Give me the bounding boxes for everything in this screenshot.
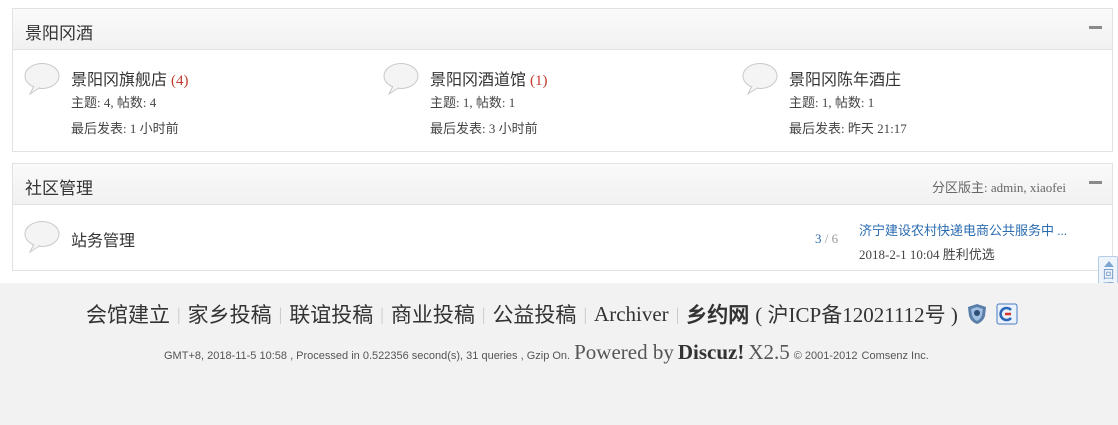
post-count: / 6 [824, 231, 839, 246]
forum-stats: 主题: 1, 帖数: 1 [789, 95, 875, 110]
site-name[interactable]: 乡约网 [686, 299, 749, 329]
footer-separator: | [481, 303, 486, 324]
forum-bubble-icon[interactable] [383, 62, 419, 96]
last-post-meta[interactable]: 2018-2-1 10:04 胜利优选 [859, 244, 1067, 263]
forum-bubble-icon[interactable] [742, 62, 778, 96]
footer-links: 会馆建立 | 家乡投稿 | 联谊投稿 | 商业投稿 | 公益投稿 | Archi… [86, 299, 1018, 329]
today-count: (4) [171, 73, 189, 89]
footer-link[interactable]: 公益投稿 [492, 299, 576, 329]
product-link[interactable]: Discuz! [678, 340, 745, 364]
section-title[interactable]: 景阳冈酒 [25, 19, 93, 44]
section-title[interactable]: 社区管理 [25, 174, 93, 199]
footer-link[interactable]: 商业投稿 [391, 299, 475, 329]
icp-number[interactable]: ( 沪ICP备12021112号 ) [755, 299, 958, 329]
section-moderators[interactable]: 分区版主: admin, xiaofei [932, 177, 1066, 196]
forum-last-post[interactable]: 最后发表: 3 小时前 [430, 118, 538, 137]
forum-section-jingyanggang: 景阳冈酒 景阳冈旗舰店 (4) 主题: 4, 帖数: 4 最后发表: 1 小时前… [12, 8, 1113, 152]
arrow-up-icon [1104, 261, 1114, 267]
product-version: X2.5 [748, 340, 790, 364]
footer-separator: | [177, 303, 181, 324]
today-count: (1) [530, 73, 548, 89]
collapse-icon[interactable] [1089, 181, 1102, 184]
verified-site-icon[interactable] [996, 303, 1018, 325]
forum-bubble-icon[interactable] [24, 220, 60, 254]
forum-last-post[interactable]: 最后发表: 1 小时前 [71, 118, 179, 137]
footer-separator: | [380, 303, 384, 324]
copyright: © 2001-2012 [793, 350, 858, 362]
forum-stats: 主题: 4, 帖数: 4 [71, 95, 157, 110]
footer: 会馆建立 | 家乡投稿 | 联谊投稿 | 商业投稿 | 公益投稿 | Archi… [0, 283, 1118, 425]
footer-link[interactable]: 联谊投稿 [289, 299, 373, 329]
forum-bubble-icon[interactable] [24, 62, 60, 96]
section-header: 社区管理 分区版主: admin, xiaofei [13, 164, 1112, 205]
footer-powered: GMT+8, 2018-11-5 10:58 , Processed in 0.… [164, 340, 929, 365]
topic-count: 3 [815, 231, 822, 246]
server-stats: GMT+8, 2018-11-5 10:58 , Processed in 0.… [164, 350, 571, 362]
forum-section-community: 社区管理 分区版主: admin, xiaofei 站务管理 3 / 6 济宁建… [12, 163, 1113, 271]
last-post-link[interactable]: 济宁建设农村快递电商公共服务中 ... [859, 220, 1067, 239]
forum-name[interactable]: 站务管理 [71, 227, 135, 251]
footer-separator: | [675, 303, 680, 324]
forum-name[interactable]: 景阳冈陈年酒庄 [789, 66, 901, 90]
footer-link[interactable]: 会馆建立 [86, 299, 170, 329]
powered-by-label: Powered by [574, 340, 674, 364]
forum-name[interactable]: 景阳冈酒道馆 (1) [430, 66, 548, 90]
forum-name[interactable]: 景阳冈旗舰店 (4) [71, 66, 189, 90]
footer-separator: | [583, 303, 588, 324]
forum-last-post: 济宁建设农村快递电商公共服务中 ... 2018-2-1 10:04 胜利优选 [859, 220, 1067, 263]
company-link[interactable]: Comsenz Inc. [862, 350, 929, 362]
police-shield-icon[interactable] [966, 303, 988, 325]
section-header: 景阳冈酒 [13, 9, 1112, 50]
forum-stats: 主题: 1, 帖数: 1 [430, 95, 516, 110]
forum-last-post[interactable]: 最后发表: 昨天 21:17 [789, 118, 907, 137]
forum-counts: 3 / 6 [815, 231, 838, 247]
footer-link[interactable]: Archiver [594, 302, 669, 327]
footer-link[interactable]: 家乡投稿 [188, 299, 272, 329]
footer-separator: | [278, 303, 283, 324]
collapse-icon[interactable] [1089, 26, 1102, 29]
